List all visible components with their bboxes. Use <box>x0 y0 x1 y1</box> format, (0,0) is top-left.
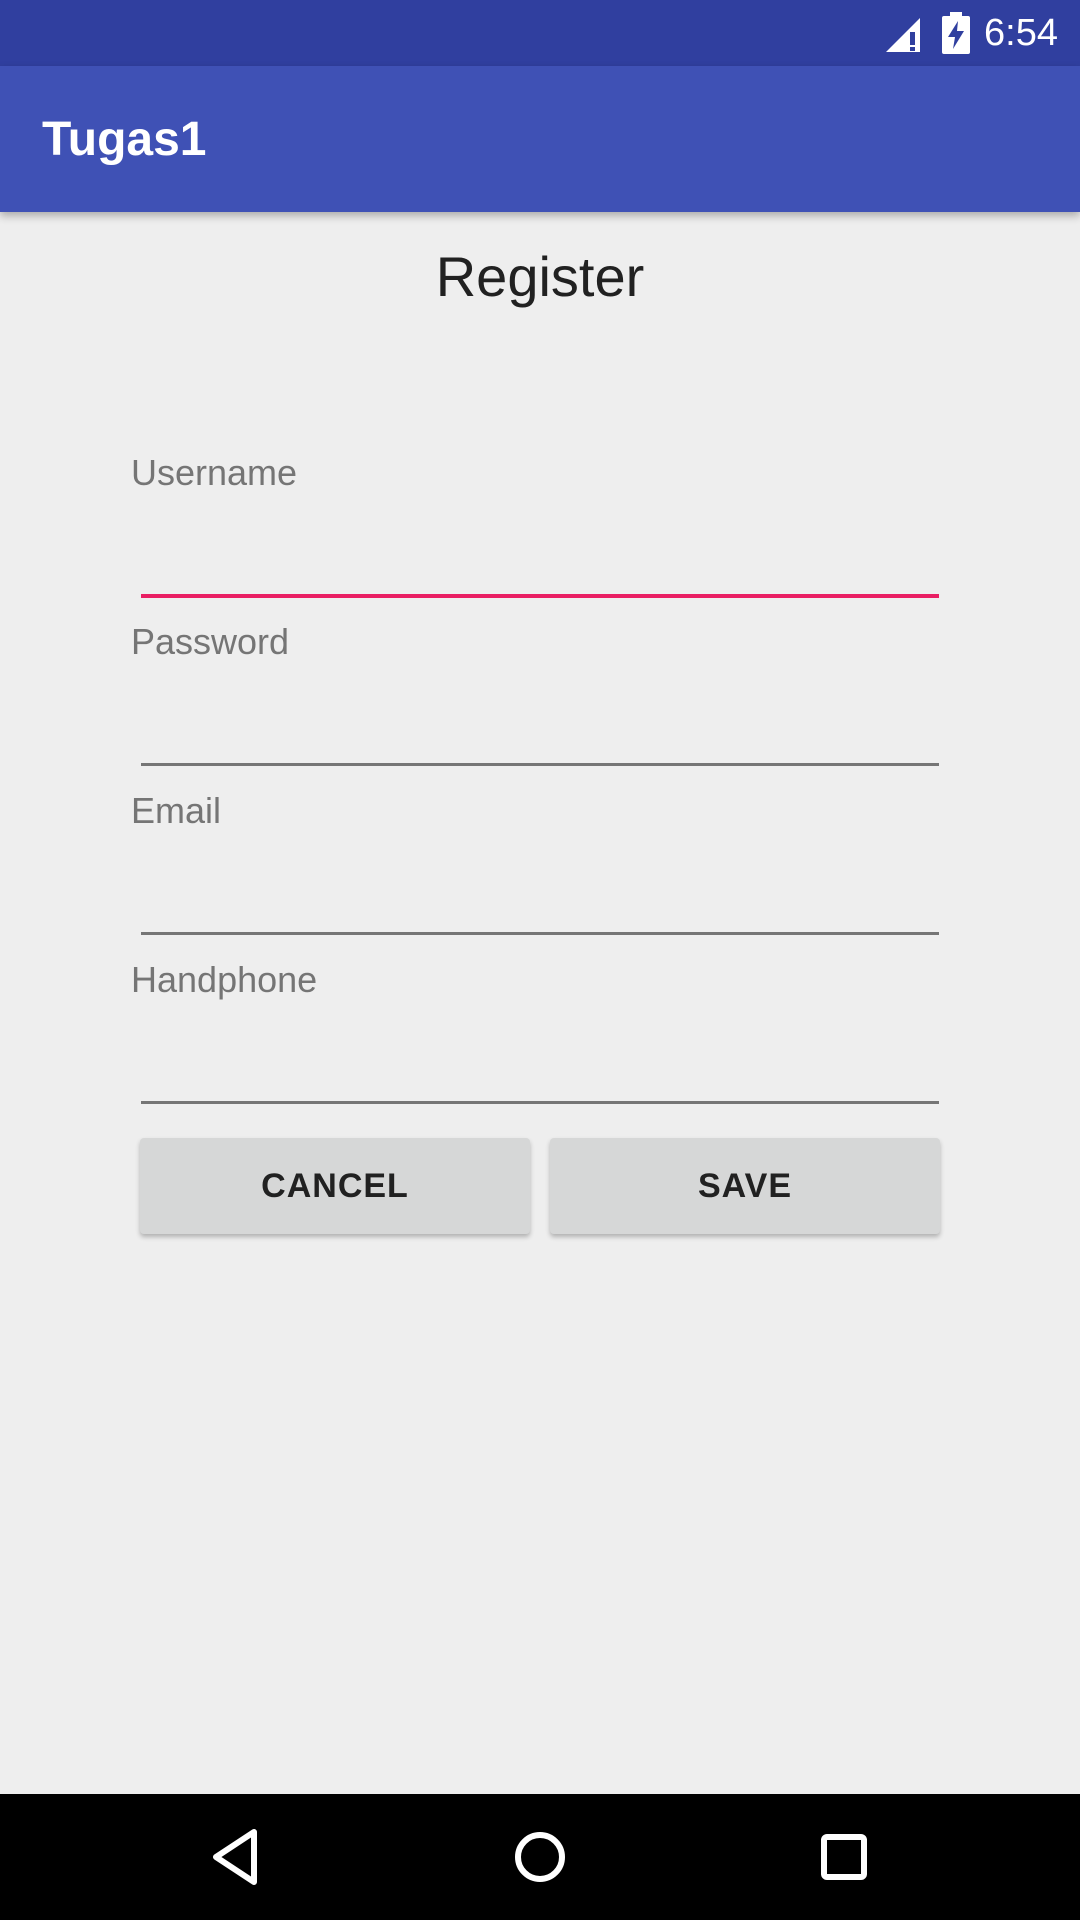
status-bar: 6:54 <box>0 0 1080 66</box>
navigation-bar <box>0 1794 1080 1920</box>
back-icon[interactable] <box>202 1822 272 1892</box>
password-label: Password <box>131 621 290 662</box>
email-label: Email <box>131 790 222 831</box>
save-button[interactable]: SAVE <box>550 1138 940 1234</box>
recents-icon[interactable] <box>809 1822 879 1892</box>
signal-alert-icon <box>886 18 920 52</box>
password-field[interactable] <box>141 706 939 766</box>
handphone-label: Handphone <box>131 959 318 1000</box>
handphone-field[interactable] <box>141 1044 939 1104</box>
cancel-button[interactable]: CANCEL <box>140 1138 530 1234</box>
app-bar: Tugas1 <box>0 66 1080 212</box>
username-field[interactable] <box>141 538 939 598</box>
home-icon[interactable] <box>505 1822 575 1892</box>
username-label: Username <box>131 452 298 493</box>
battery-charging-icon <box>942 12 970 54</box>
register-form: Register Username Password Email Handpho… <box>0 212 1080 1794</box>
page-title: Register <box>435 245 645 308</box>
email-field[interactable] <box>141 875 939 935</box>
app-title: Tugas1 <box>42 113 207 166</box>
status-clock: 6:54 <box>984 12 1058 54</box>
